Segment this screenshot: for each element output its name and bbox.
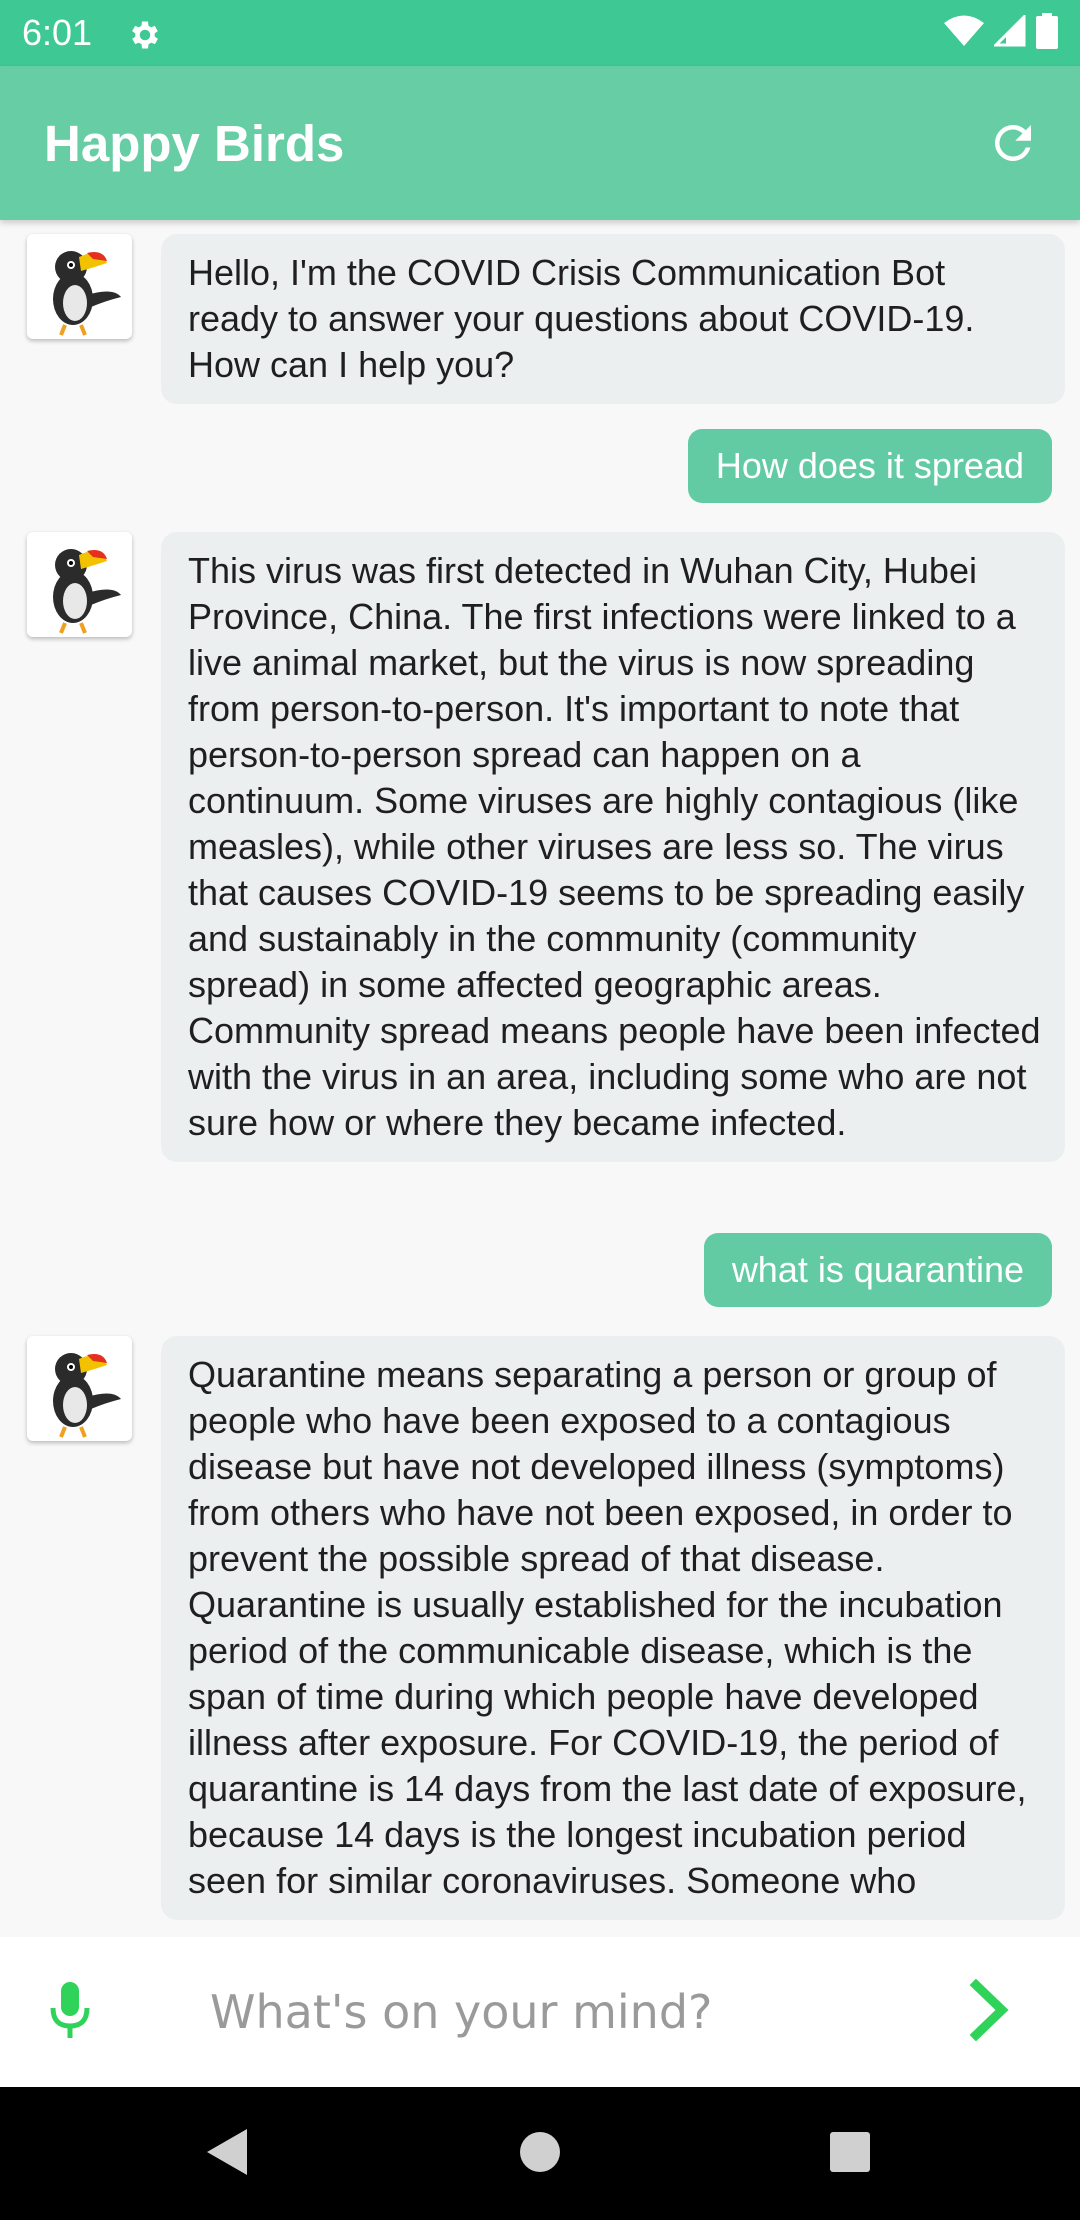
status-bar: 6:01 (0, 0, 1080, 66)
nav-back-button[interactable] (190, 2117, 264, 2191)
wifi-icon (944, 15, 984, 52)
battery-icon (1036, 12, 1058, 54)
refresh-icon (986, 116, 1040, 175)
toucan-icon (52, 1352, 121, 1438)
bot-avatar (27, 234, 132, 339)
message-input-bar (0, 1937, 1080, 2087)
microphone-icon (48, 1980, 92, 2045)
chat-list[interactable]: Hello, I'm the COVID Crisis Communicatio… (0, 220, 1080, 1937)
signal-icon (992, 12, 1026, 52)
status-time: 6:01 (22, 12, 93, 53)
bot-avatar (27, 1336, 132, 1441)
nav-recents-button[interactable] (813, 2117, 887, 2191)
refresh-button[interactable] (980, 112, 1046, 178)
nav-home-button[interactable] (503, 2117, 577, 2191)
bot-message-bubble: This virus was first detected in Wuhan C… (161, 532, 1065, 1162)
message-input[interactable] (200, 1967, 900, 2057)
bot-message-bubble: Quarantine means separating a person or … (161, 1336, 1065, 1920)
toucan-icon (52, 548, 121, 634)
app-bar: Happy Birds (0, 66, 1080, 220)
back-triangle-icon (203, 2127, 251, 2182)
recents-square-icon (829, 2131, 871, 2178)
send-chevron-icon (968, 1978, 1012, 2046)
home-circle-icon (519, 2131, 561, 2178)
app-title: Happy Birds (44, 115, 345, 172)
microphone-button[interactable] (40, 1977, 100, 2047)
gear-icon (127, 17, 163, 53)
toucan-icon (52, 250, 121, 336)
status-icons (944, 12, 1058, 54)
system-nav-bar (0, 2087, 1080, 2220)
bot-message-bubble: Hello, I'm the COVID Crisis Communicatio… (161, 234, 1065, 404)
user-message-bubble: what is quarantine (703, 1233, 1052, 1307)
bot-avatar (27, 532, 132, 637)
send-button[interactable] (955, 1977, 1025, 2047)
user-message-bubble: How does it spread (687, 429, 1052, 503)
